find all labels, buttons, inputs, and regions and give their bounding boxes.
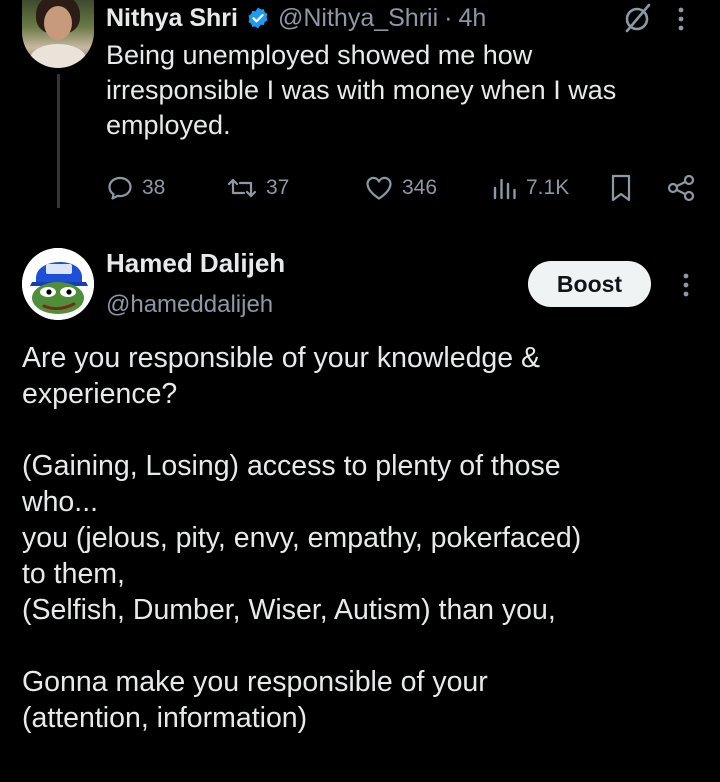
post-text-line: Are you responsible of your knowledge & [22,342,541,374]
more-vertical-icon[interactable] [676,6,686,32]
post-text-line: (attention, information) [22,702,308,734]
repost-button[interactable]: 37 [226,170,289,206]
author-handle[interactable]: @hameddalijeh [106,291,273,319]
verified-badge-icon [248,7,268,29]
author-name[interactable]: Nithya Shri [106,4,238,33]
reply-post-text: Are you responsible of your knowledge & … [22,340,702,736]
post-text-line: irresponsible I was with money when I wa… [106,75,617,105]
views-button[interactable]: 7.1K [492,170,569,206]
post-text-line: to them, [22,558,125,590]
share-button[interactable] [666,170,704,206]
reply-button[interactable]: 38 [106,170,165,206]
nithya-avatar[interactable] [22,0,94,68]
boost-button[interactable]: Boost [528,261,651,307]
post-text-line: who... [22,486,99,518]
views-icon [493,178,516,200]
grok-icon[interactable] [622,2,654,34]
post-text-line: Gonna make you responsible of your [22,666,488,698]
views-count: 7.1K [526,176,570,199]
parent-post-header: Nithya Shri @Nithya_Shrii · 4h [106,2,486,34]
post-time[interactable]: 4h [458,4,486,33]
share-icon [667,174,695,202]
author-name[interactable]: Hamed Dalijeh [106,248,285,279]
like-count: 346 [402,176,438,199]
repost-icon [227,178,257,198]
post-text-line: you (jelous, pity, envy, empathy, pokerf… [22,522,582,554]
post-text-line: (Selfish, Dumber, Wiser, Autism) than yo… [22,594,556,626]
pepe-avatar-image [22,248,94,320]
reply-icon [108,176,132,200]
like-button[interactable]: 346 [364,170,437,206]
post-text-line: (Gaining, Losing) access to plenty of th… [22,450,561,482]
author-handle[interactable]: @Nithya_Shrii [278,4,438,33]
like-icon [366,176,392,200]
bookmark-icon [611,174,631,202]
repost-count: 37 [266,176,290,199]
parent-post-actions: 38 37 346 7.1K [106,170,706,206]
hamed-avatar[interactable] [22,248,94,320]
post-text-line: experience? [22,378,178,410]
post-text-line: Being unemployed showed me how [106,40,533,70]
separator-dot: · [444,3,453,32]
parent-post-text: Being unemployed showed me how irrespons… [106,38,706,143]
post-text-line: employed. [106,110,231,140]
bookmark-button[interactable] [608,170,642,206]
thread-connector-line [57,74,60,208]
reply-count: 38 [142,176,166,199]
more-vertical-icon[interactable] [681,272,691,298]
